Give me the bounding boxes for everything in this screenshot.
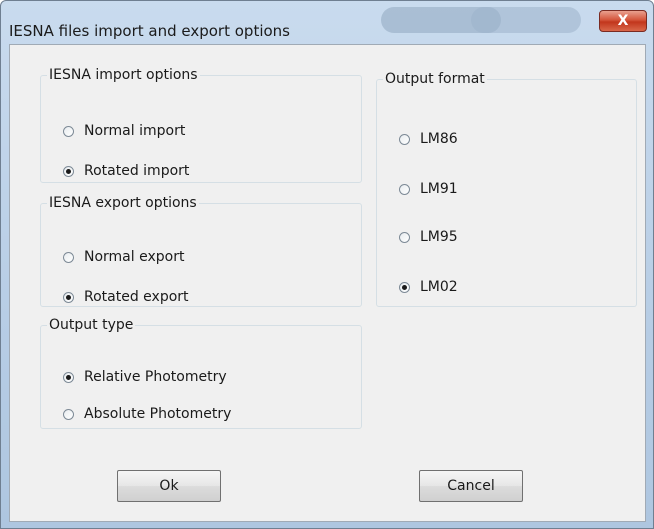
radio-indicator[interactable] [399, 183, 410, 195]
radio-label: LM95 [420, 229, 458, 245]
radio-indicator[interactable] [399, 231, 410, 243]
radio-label: Absolute Photometry [84, 406, 232, 422]
radio-label: LM02 [420, 279, 458, 295]
radio-label: Normal export [84, 249, 185, 265]
radio-rotated-import[interactable]: Rotated import [63, 163, 189, 179]
window-title: IESNA files import and export options [9, 22, 290, 40]
radio-label: Relative Photometry [84, 369, 227, 385]
radio-relative-photometry[interactable]: Relative Photometry [63, 369, 227, 385]
radio-rotated-export[interactable]: Rotated export [63, 289, 189, 305]
radio-indicator-checked[interactable] [63, 165, 74, 177]
output-format-group: Output format LM86 LM91 LM95 LM02 [376, 71, 637, 307]
output-type-legend: Output type [49, 317, 134, 333]
radio-indicator[interactable] [63, 408, 74, 420]
radio-indicator-checked[interactable] [399, 281, 410, 293]
radio-lm02[interactable]: LM02 [399, 279, 458, 295]
radio-label: Rotated import [84, 163, 190, 179]
dialog-content: IESNA import options Normal import Rotat… [9, 44, 646, 522]
export-options-group: IESNA export options Normal export Rotat… [40, 195, 362, 307]
cancel-button[interactable]: Cancel [419, 470, 523, 502]
radio-label: Normal import [84, 123, 186, 139]
radio-normal-export[interactable]: Normal export [63, 249, 184, 265]
ok-button[interactable]: Ok [117, 470, 221, 502]
title-bar[interactable]: IESNA files import and export options X [1, 1, 653, 41]
output-format-legend: Output format [385, 71, 485, 87]
radio-indicator-checked[interactable] [63, 371, 74, 383]
export-options-legend: IESNA export options [49, 195, 197, 211]
radio-indicator[interactable] [63, 125, 74, 137]
radio-normal-import[interactable]: Normal import [63, 123, 185, 139]
radio-label: LM86 [420, 131, 458, 147]
titlebar-background [471, 7, 581, 33]
dialog-window: IESNA files import and export options X … [0, 0, 654, 529]
close-button[interactable]: X [599, 10, 647, 32]
import-options-legend: IESNA import options [49, 67, 198, 83]
radio-lm95[interactable]: LM95 [399, 229, 458, 245]
radio-indicator[interactable] [399, 133, 410, 145]
radio-indicator-checked[interactable] [63, 291, 74, 303]
radio-label: LM91 [420, 181, 458, 197]
radio-absolute-photometry[interactable]: Absolute Photometry [63, 406, 231, 422]
radio-lm86[interactable]: LM86 [399, 131, 458, 147]
radio-indicator[interactable] [63, 251, 74, 263]
import-options-group: IESNA import options Normal import Rotat… [40, 67, 362, 183]
output-type-group: Output type Relative Photometry Absolute… [40, 317, 362, 429]
radio-label: Rotated export [84, 289, 189, 305]
radio-lm91[interactable]: LM91 [399, 181, 458, 197]
close-icon: X [617, 13, 629, 29]
